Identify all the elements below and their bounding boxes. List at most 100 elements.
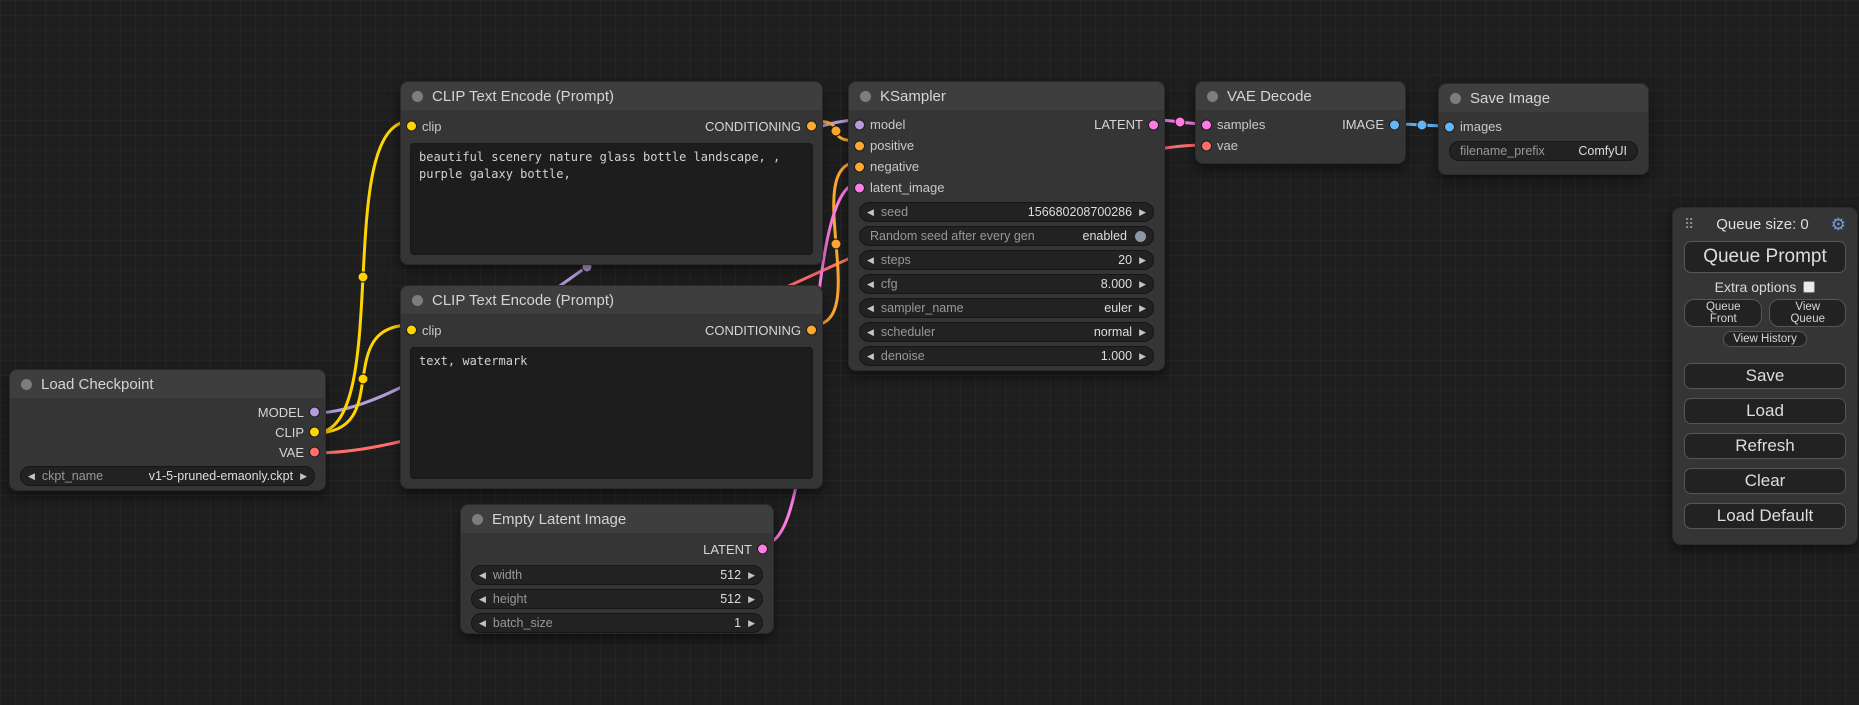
collapse-dot-icon[interactable] (412, 91, 423, 102)
node-vae-decode[interactable]: VAE Decode samples IMAGE vae (1195, 81, 1406, 164)
widget-label: Random seed after every gen (870, 229, 1035, 243)
extra-options-checkbox[interactable] (1803, 281, 1815, 293)
input-slot-samples[interactable] (1201, 119, 1212, 130)
collapse-dot-icon[interactable] (1450, 93, 1461, 104)
arrow-left-icon[interactable]: ◀ (479, 619, 486, 628)
node-load-checkpoint[interactable]: Load Checkpoint MODEL CLIP VAE ◀ ckpt_na… (9, 369, 326, 491)
positive-prompt-textarea[interactable]: beautiful scenery nature glass bottle la… (410, 143, 813, 255)
input-slot-vae[interactable] (1201, 140, 1212, 151)
arrow-left-icon[interactable]: ◀ (28, 472, 35, 481)
arrow-left-icon[interactable]: ◀ (867, 352, 874, 361)
clear-button[interactable]: Clear (1684, 468, 1846, 494)
save-button[interactable]: Save (1684, 363, 1846, 389)
output-slot-image[interactable] (1389, 119, 1400, 130)
widget-batch-size[interactable]: ◀ batch_size 1 ▶ (471, 613, 763, 633)
input-slot-clip[interactable] (406, 121, 417, 132)
arrow-right-icon[interactable]: ▶ (1139, 280, 1146, 289)
widget-seed[interactable]: ◀ seed 156680208700286 ▶ (859, 202, 1154, 222)
arrow-left-icon[interactable]: ◀ (867, 208, 874, 217)
widget-value: v1-5-pruned-emaonly.ckpt (149, 469, 293, 483)
widget-value: 20 (1118, 253, 1132, 267)
node-ksampler[interactable]: KSampler model LATENT positive negative … (848, 81, 1165, 371)
output-slot-latent[interactable] (757, 544, 768, 555)
slot-row: negative (849, 156, 1164, 177)
output-slot-conditioning[interactable] (806, 325, 817, 336)
arrow-right-icon[interactable]: ▶ (1139, 304, 1146, 313)
link-midpoint-dot (358, 374, 368, 384)
node-title-bar[interactable]: Save Image (1439, 84, 1648, 112)
input-slot-images[interactable] (1444, 121, 1455, 132)
input-slot-clip[interactable] (406, 325, 417, 336)
load-default-button[interactable]: Load Default (1684, 503, 1846, 529)
collapse-dot-icon[interactable] (412, 295, 423, 306)
node-title-bar[interactable]: Empty Latent Image (461, 505, 773, 533)
node-graph-canvas[interactable]: Load Checkpoint MODEL CLIP VAE ◀ ckpt_na… (0, 0, 1859, 705)
widget-sampler-name[interactable]: ◀ sampler_name euler ▶ (859, 298, 1154, 318)
output-slot-vae[interactable] (309, 447, 320, 458)
queue-prompt-button[interactable]: Queue Prompt (1684, 241, 1846, 273)
arrow-left-icon[interactable]: ◀ (867, 328, 874, 337)
output-slot-conditioning[interactable] (806, 121, 817, 132)
refresh-button[interactable]: Refresh (1684, 433, 1846, 459)
widget-scheduler[interactable]: ◀ scheduler normal ▶ (859, 322, 1154, 342)
arrow-left-icon[interactable]: ◀ (479, 571, 486, 580)
view-queue-button[interactable]: View Queue (1769, 299, 1846, 327)
input-slot-latent-image[interactable] (854, 182, 865, 193)
arrow-left-icon[interactable]: ◀ (479, 595, 486, 604)
widget-ckpt-name[interactable]: ◀ ckpt_name v1-5-pruned-emaonly.ckpt ▶ (20, 466, 315, 486)
comfy-menu-panel[interactable]: ⠿ Queue size: 0 ⚙ Queue Prompt Extra opt… (1672, 207, 1858, 545)
node-title-bar[interactable]: Load Checkpoint (10, 370, 325, 398)
view-history-button[interactable]: View History (1723, 331, 1807, 347)
settings-gear-icon[interactable]: ⚙ (1831, 216, 1846, 233)
negative-prompt-textarea[interactable]: text, watermark (410, 347, 813, 479)
node-empty-latent-image[interactable]: Empty Latent Image LATENT ◀ width 512 ▶ … (460, 504, 774, 634)
arrow-right-icon[interactable]: ▶ (748, 571, 755, 580)
output-slot-model[interactable] (309, 407, 320, 418)
arrow-left-icon[interactable]: ◀ (867, 256, 874, 265)
input-slot-negative[interactable] (854, 161, 865, 172)
arrow-left-icon[interactable]: ◀ (867, 280, 874, 289)
arrow-right-icon[interactable]: ▶ (300, 472, 307, 481)
widget-value: 156680208700286 (1028, 205, 1132, 219)
link-midpoint-dot (831, 126, 841, 136)
node-clip-text-encode-positive[interactable]: CLIP Text Encode (Prompt) clip CONDITION… (400, 81, 823, 265)
arrow-right-icon[interactable]: ▶ (1139, 208, 1146, 217)
widget-label: sampler_name (881, 301, 964, 315)
arrow-right-icon[interactable]: ▶ (748, 595, 755, 604)
arrow-right-icon[interactable]: ▶ (1139, 352, 1146, 361)
node-title: Empty Latent Image (492, 511, 626, 528)
arrow-right-icon[interactable]: ▶ (1139, 256, 1146, 265)
arrow-right-icon[interactable]: ▶ (748, 619, 755, 628)
output-slot-latent[interactable] (1148, 119, 1159, 130)
widget-filename-prefix[interactable]: filename_prefix ComfyUI (1449, 141, 1638, 161)
collapse-dot-icon[interactable] (1207, 91, 1218, 102)
arrow-left-icon[interactable]: ◀ (867, 304, 874, 313)
menu-header: ⠿ Queue size: 0 ⚙ (1684, 216, 1846, 233)
widget-value: normal (1094, 325, 1132, 339)
input-slot-model[interactable] (854, 119, 865, 130)
drag-handle-icon[interactable]: ⠿ (1684, 216, 1694, 233)
input-slot-positive[interactable] (854, 140, 865, 151)
input-label-model: model (870, 117, 905, 132)
widget-denoise[interactable]: ◀ denoise 1.000 ▶ (859, 346, 1154, 366)
widget-width[interactable]: ◀ width 512 ▶ (471, 565, 763, 585)
queue-front-button[interactable]: Queue Front (1684, 299, 1762, 327)
widget-steps[interactable]: ◀ steps 20 ▶ (859, 250, 1154, 270)
collapse-dot-icon[interactable] (860, 91, 871, 102)
load-button[interactable]: Load (1684, 398, 1846, 424)
widget-random-seed-toggle[interactable]: Random seed after every gen enabled (859, 226, 1154, 246)
node-save-image[interactable]: Save Image images filename_prefix ComfyU… (1438, 83, 1649, 175)
output-slot-clip[interactable] (309, 427, 320, 438)
arrow-right-icon[interactable]: ▶ (1139, 328, 1146, 337)
widget-height[interactable]: ◀ height 512 ▶ (471, 589, 763, 609)
toggle-dot-icon[interactable] (1135, 231, 1146, 242)
node-title-bar[interactable]: VAE Decode (1196, 82, 1405, 110)
collapse-dot-icon[interactable] (472, 514, 483, 525)
slot-row: images (1439, 116, 1648, 137)
node-title-bar[interactable]: KSampler (849, 82, 1164, 110)
node-title-bar[interactable]: CLIP Text Encode (Prompt) (401, 286, 822, 314)
node-clip-text-encode-negative[interactable]: CLIP Text Encode (Prompt) clip CONDITION… (400, 285, 823, 489)
node-title-bar[interactable]: CLIP Text Encode (Prompt) (401, 82, 822, 110)
collapse-dot-icon[interactable] (21, 379, 32, 390)
widget-cfg[interactable]: ◀ cfg 8.000 ▶ (859, 274, 1154, 294)
